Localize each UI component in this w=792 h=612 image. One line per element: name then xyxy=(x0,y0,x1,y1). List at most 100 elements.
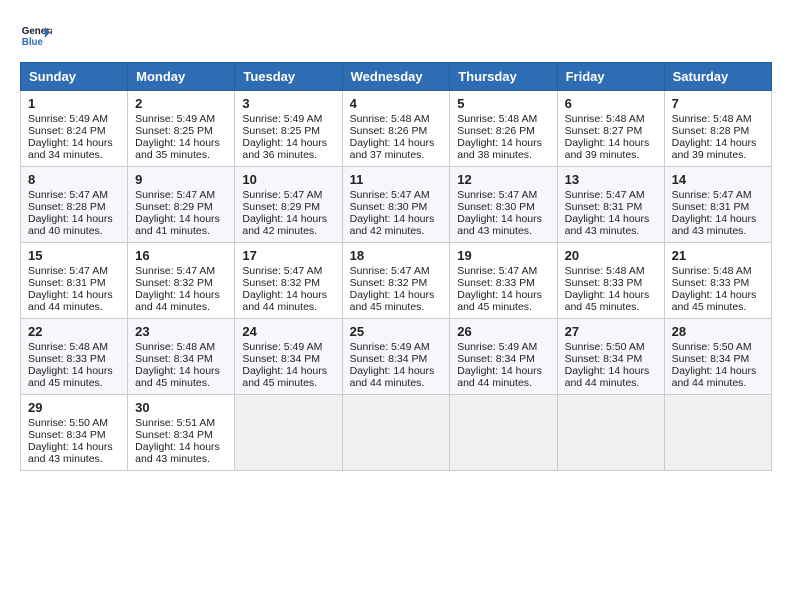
day-number: 8 xyxy=(28,172,120,187)
sunrise: Sunrise: 5:49 AM xyxy=(457,341,537,353)
daylight: Daylight: 14 hours and 44 minutes. xyxy=(350,365,435,389)
day-number: 11 xyxy=(350,172,443,187)
weekday-header-cell: Wednesday xyxy=(342,63,450,91)
sunrise: Sunrise: 5:50 AM xyxy=(672,341,752,353)
day-number: 15 xyxy=(28,248,120,263)
weekday-header-row: SundayMondayTuesdayWednesdayThursdayFrid… xyxy=(21,63,772,91)
sunrise: Sunrise: 5:48 AM xyxy=(672,265,752,277)
sunset: Sunset: 8:28 PM xyxy=(28,201,106,213)
calendar-day-cell: 6Sunrise: 5:48 AMSunset: 8:27 PMDaylight… xyxy=(557,91,664,167)
daylight: Daylight: 14 hours and 45 minutes. xyxy=(242,365,327,389)
daylight: Daylight: 14 hours and 43 minutes. xyxy=(565,213,650,237)
sunset: Sunset: 8:29 PM xyxy=(135,201,213,213)
calendar-week-row: 8Sunrise: 5:47 AMSunset: 8:28 PMDaylight… xyxy=(21,167,772,243)
day-number: 6 xyxy=(565,96,657,111)
calendar-day-cell: 27Sunrise: 5:50 AMSunset: 8:34 PMDayligh… xyxy=(557,319,664,395)
daylight: Daylight: 14 hours and 41 minutes. xyxy=(135,213,220,237)
day-number: 22 xyxy=(28,324,120,339)
calendar-day-cell: 28 Sunrise: 5:50 AMSunset: 8:34 PMDayligh… xyxy=(664,319,771,395)
day-number: 28 xyxy=(672,324,764,339)
sunrise: Sunrise: 5:48 AM xyxy=(28,341,108,353)
calendar-day-cell: 25Sunrise: 5:49 AMSunset: 8:34 PMDayligh… xyxy=(342,319,450,395)
calendar-day-cell: 18Sunrise: 5:47 AMSunset: 8:32 PMDayligh… xyxy=(342,243,450,319)
sunset: Sunset: 8:34 PM xyxy=(457,353,535,365)
day-number: 4 xyxy=(350,96,443,111)
day-number: 3 xyxy=(242,96,334,111)
sunset: Sunset: 8:33 PM xyxy=(457,277,535,289)
day-number: 7 xyxy=(672,96,764,111)
sunrise: Sunrise: 5:47 AM xyxy=(135,189,215,201)
calendar-day-cell: 30 Sunrise: 5:51 AMSunset: 8:34 PMDayligh… xyxy=(128,395,235,471)
calendar-day-cell xyxy=(342,395,450,471)
calendar-day-cell: 26Sunrise: 5:49 AMSunset: 8:34 PMDayligh… xyxy=(450,319,557,395)
daylight: Daylight: 14 hours and 38 minutes. xyxy=(457,137,542,161)
sunrise: Sunrise: 5:47 AM xyxy=(242,265,322,277)
calendar-day-cell: 29Sunrise: 5:50 AMSunset: 8:34 PMDayligh… xyxy=(21,395,128,471)
day-number: 24 xyxy=(242,324,334,339)
daylight: Daylight: 14 hours and 42 minutes. xyxy=(350,213,435,237)
weekday-header-cell: Monday xyxy=(128,63,235,91)
daylight: Daylight: 14 hours and 43 minutes. xyxy=(135,441,220,465)
day-number: 18 xyxy=(350,248,443,263)
daylight: Daylight: 14 hours and 45 minutes. xyxy=(672,289,757,313)
sunrise: Sunrise: 5:47 AM xyxy=(28,189,108,201)
logo-icon: General Blue xyxy=(20,20,52,52)
day-number: 26 xyxy=(457,324,549,339)
calendar-body: 1Sunrise: 5:49 AMSunset: 8:24 PMDaylight… xyxy=(21,91,772,471)
sunset: Sunset: 8:34 PM xyxy=(135,429,213,441)
sunrise: Sunrise: 5:49 AM xyxy=(242,113,322,125)
sunrise: Sunrise: 5:49 AM xyxy=(350,341,430,353)
sunrise: Sunrise: 5:47 AM xyxy=(28,265,108,277)
sunrise: Sunrise: 5:47 AM xyxy=(242,189,322,201)
calendar-day-cell: 5Sunrise: 5:48 AMSunset: 8:26 PMDaylight… xyxy=(450,91,557,167)
calendar-day-cell: 22Sunrise: 5:48 AMSunset: 8:33 PMDayligh… xyxy=(21,319,128,395)
weekday-header-cell: Thursday xyxy=(450,63,557,91)
daylight: Daylight: 14 hours and 42 minutes. xyxy=(242,213,327,237)
day-number: 27 xyxy=(565,324,657,339)
sunset: Sunset: 8:31 PM xyxy=(565,201,643,213)
calendar-day-cell: 13Sunrise: 5:47 AMSunset: 8:31 PMDayligh… xyxy=(557,167,664,243)
calendar-day-cell: 14Sunrise: 5:47 AMSunset: 8:31 PMDayligh… xyxy=(664,167,771,243)
daylight: Daylight: 14 hours and 44 minutes. xyxy=(672,365,757,389)
sunrise: Sunrise: 5:47 AM xyxy=(672,189,752,201)
daylight: Daylight: 14 hours and 45 minutes. xyxy=(28,365,113,389)
calendar-week-row: 29Sunrise: 5:50 AMSunset: 8:34 PMDayligh… xyxy=(21,395,772,471)
day-number: 19 xyxy=(457,248,549,263)
sunrise: Sunrise: 5:48 AM xyxy=(672,113,752,125)
day-number: 1 xyxy=(28,96,120,111)
calendar-day-cell: 10Sunrise: 5:47 AMSunset: 8:29 PMDayligh… xyxy=(235,167,342,243)
calendar-day-cell: 9Sunrise: 5:47 AMSunset: 8:29 PMDaylight… xyxy=(128,167,235,243)
sunrise: Sunrise: 5:47 AM xyxy=(350,189,430,201)
calendar-day-cell: 3Sunrise: 5:49 AMSunset: 8:25 PMDaylight… xyxy=(235,91,342,167)
sunrise: Sunrise: 5:47 AM xyxy=(457,265,537,277)
day-number: 30 xyxy=(135,400,227,415)
calendar-day-cell xyxy=(235,395,342,471)
calendar-day-cell xyxy=(557,395,664,471)
weekday-header-cell: Friday xyxy=(557,63,664,91)
sunrise: Sunrise: 5:48 AM xyxy=(350,113,430,125)
sunrise: Sunrise: 5:47 AM xyxy=(457,189,537,201)
calendar-day-cell: 24Sunrise: 5:49 AMSunset: 8:34 PMDayligh… xyxy=(235,319,342,395)
sunset: Sunset: 8:30 PM xyxy=(457,201,535,213)
calendar-day-cell: 8Sunrise: 5:47 AMSunset: 8:28 PMDaylight… xyxy=(21,167,128,243)
calendar-day-cell: 16Sunrise: 5:47 AMSunset: 8:32 PMDayligh… xyxy=(128,243,235,319)
day-number: 25 xyxy=(350,324,443,339)
sunrise: Sunrise: 5:51 AM xyxy=(135,417,215,429)
sunset: Sunset: 8:34 PM xyxy=(672,353,750,365)
sunset: Sunset: 8:31 PM xyxy=(672,201,750,213)
sunrise: Sunrise: 5:49 AM xyxy=(28,113,108,125)
daylight: Daylight: 14 hours and 34 minutes. xyxy=(28,137,113,161)
logo: General Blue xyxy=(20,20,52,52)
calendar-day-cell: 4Sunrise: 5:48 AMSunset: 8:26 PMDaylight… xyxy=(342,91,450,167)
sunrise: Sunrise: 5:50 AM xyxy=(28,417,108,429)
sunrise: Sunrise: 5:48 AM xyxy=(565,113,645,125)
sunrise: Sunrise: 5:48 AM xyxy=(457,113,537,125)
calendar-day-cell: 11Sunrise: 5:47 AMSunset: 8:30 PMDayligh… xyxy=(342,167,450,243)
calendar-day-cell: 1Sunrise: 5:49 AMSunset: 8:24 PMDaylight… xyxy=(21,91,128,167)
sunset: Sunset: 8:33 PM xyxy=(672,277,750,289)
calendar-day-cell: 2Sunrise: 5:49 AMSunset: 8:25 PMDaylight… xyxy=(128,91,235,167)
weekday-header-cell: Sunday xyxy=(21,63,128,91)
weekday-header-cell: Saturday xyxy=(664,63,771,91)
calendar-day-cell xyxy=(664,395,771,471)
calendar-day-cell: 23Sunrise: 5:48 AMSunset: 8:34 PMDayligh… xyxy=(128,319,235,395)
